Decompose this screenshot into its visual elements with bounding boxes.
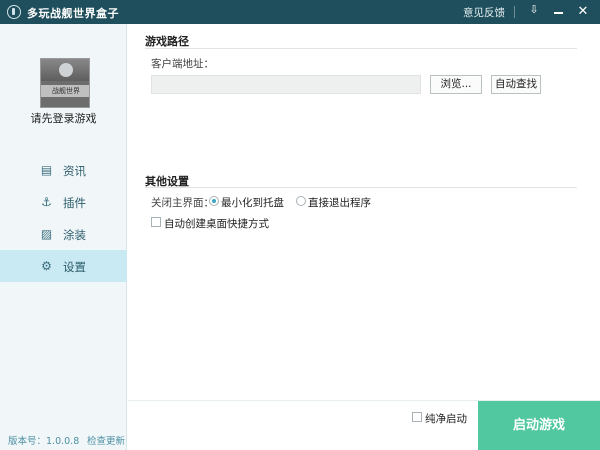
sidebar: 战舰世界 请先登录游戏 ▤ 资讯 ⚓ 插件 ▨ 涂装 ⚙ 设置 版本号：1.0.… [0,24,127,450]
section-divider [145,187,577,188]
exit-program-label[interactable]: 直接退出程序 [308,195,371,210]
desktop-shortcut-checkbox[interactable] [151,217,161,227]
gear-icon: ⚙ [41,259,52,273]
exit-program-radio[interactable] [296,196,306,206]
titlebar-divider [514,6,515,18]
game-path-title: 游戏路径 [145,35,189,48]
avatar[interactable]: 战舰世界 [40,58,90,108]
pure-start-checkbox[interactable] [412,412,422,422]
game-emblem-icon [59,63,73,77]
menu-down-icon[interactable]: ⇩ [526,3,542,21]
client-path-label: 客户端地址： [151,58,214,70]
sidebar-item-paint[interactable]: ▨ 涂装 [0,218,127,250]
sidebar-item-plugins[interactable]: ⚓ 插件 [0,186,127,218]
paint-icon: ▨ [40,227,53,241]
close-main-label: 关闭主界面： [151,197,214,209]
sidebar-nav: ▤ 资讯 ⚓ 插件 ▨ 涂装 ⚙ 设置 [0,154,127,282]
minimize-to-tray-label[interactable]: 最小化到托盘 [221,195,284,210]
version-label: 版本号：1.0.0.8 [8,436,80,447]
auto-find-button[interactable]: 自动查找 [491,75,541,94]
sidebar-item-settings[interactable]: ⚙ 设置 [0,250,127,282]
sidebar-item-label: 插件 [63,196,86,210]
sidebar-item-news[interactable]: ▤ 资讯 [0,154,127,186]
client-path-input[interactable] [151,75,421,94]
sidebar-item-label: 资讯 [63,164,86,178]
avatar-badge: 战舰世界 [41,85,89,97]
news-icon: ▤ [40,163,53,177]
sidebar-item-label: 设置 [63,260,86,274]
login-prompt[interactable]: 请先登录游戏 [0,110,127,126]
check-update-link[interactable]: 检查更新 [87,433,125,447]
anchor-icon: ⚓ [41,195,52,209]
sidebar-item-label: 涂装 [63,228,86,242]
minimize-icon[interactable] [550,3,566,21]
window-title: 多玩战舰世界盒子 [27,7,119,20]
desktop-shortcut-label[interactable]: 自动创建桌面快捷方式 [164,216,269,231]
feedback-link[interactable]: 意见反馈 [463,5,505,20]
section-divider [145,48,577,49]
minimize-to-tray-radio[interactable] [209,196,219,206]
pure-start-label[interactable]: 纯净启动 [425,411,467,426]
app-logo-icon [7,5,21,19]
close-icon[interactable]: ✕ [574,3,592,21]
title-bar: 多玩战舰世界盒子 意见反馈 ⇩ ✕ [0,0,600,24]
start-game-button[interactable]: 启动游戏 [478,401,600,450]
browse-button[interactable]: 浏览... [430,75,482,94]
